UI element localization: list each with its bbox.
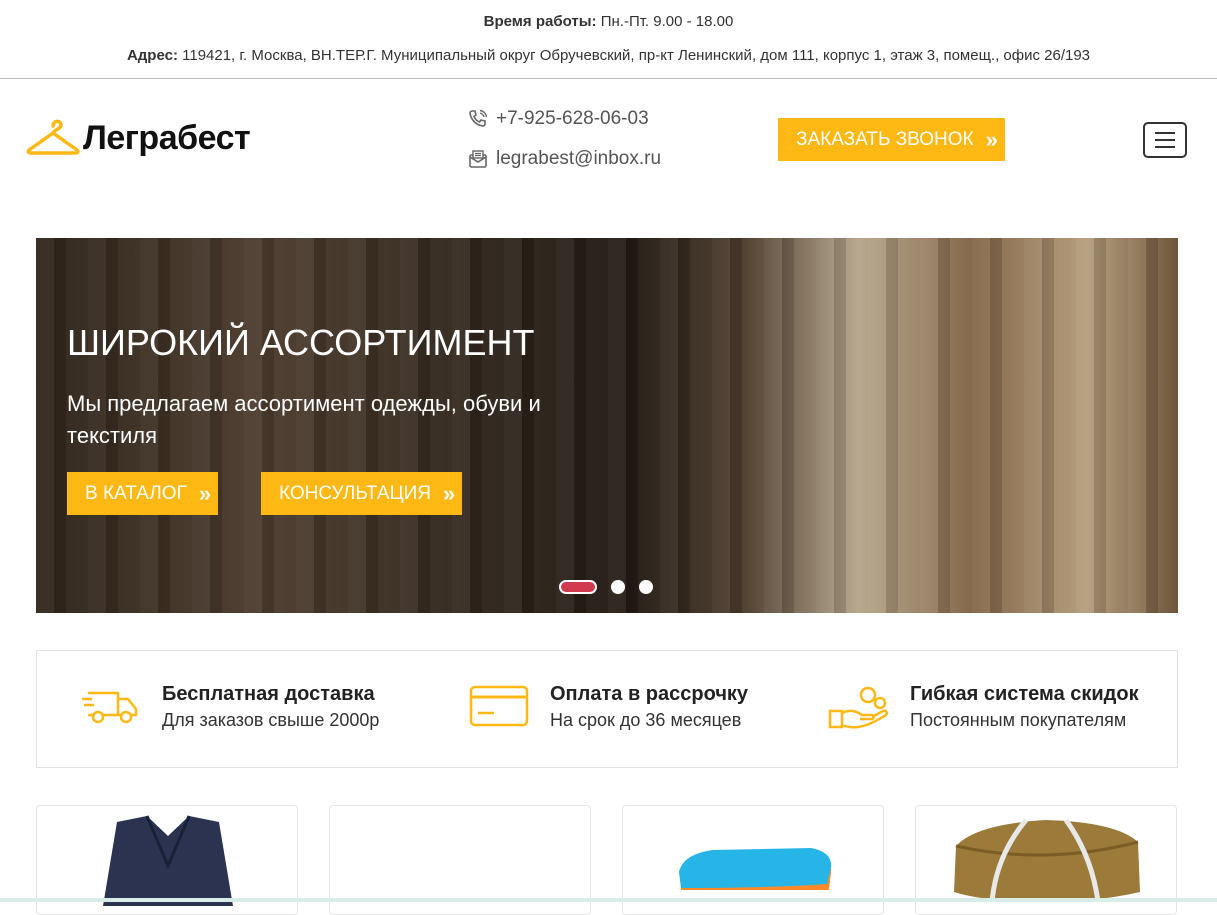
product-cards [0,805,1217,915]
address-label: Адрес: [126,47,178,64]
phone-icon [469,109,488,127]
slider-pagination [559,580,653,594]
features-bar: Бесплатная доставка Для заказов свыше 20… [36,650,1178,768]
address: Адрес: 119421, г. Москва, ВН.ТЕР.Г. Муни… [0,46,1217,66]
address-value: 119421, г. Москва, ВН.ТЕР.Г. Муниципальн… [177,47,1091,64]
feature-installments: Оплата в рассрочку На срок до 36 месяцев [468,681,748,733]
double-chevron-right-icon: » [198,480,211,506]
logo[interactable]: Леграбест [25,116,251,160]
slide-dot-1[interactable] [559,580,597,594]
top-info-bar: Время работы: Пн.-Пт. 9.00 - 18.00 Адрес… [0,0,1217,79]
order-call-button[interactable]: ЗАКАЗАТЬ ЗВОНОК » [778,118,1005,161]
feature-title: Оплата в рассрочку [550,683,749,705]
email-address: legrabest@inbox.ru [496,148,662,169]
phone-number: +7-925-628-06-03 [496,108,649,129]
delivery-truck-icon [82,691,138,724]
hamburger-icon-line [1155,132,1175,134]
consultation-button-label: КОНСУЛЬТАЦИЯ [279,482,431,504]
feature-title: Гибкая система скидок [910,683,1139,705]
catalog-button-label: В КАТАЛОГ [85,482,187,504]
hero-slider: ШИРОКИЙ АССОРТИМЕНТ Мы предлагаем ассорт… [36,238,1178,613]
feature-delivery: Бесплатная доставка Для заказов свыше 20… [80,681,379,733]
feature-subtitle: Для заказов свыше 2000р [162,710,380,730]
hanger-icon [26,119,80,155]
logo-text: Леграбест [83,118,251,157]
feature-discounts: Гибкая система скидок Постоянным покупат… [828,681,1139,733]
hours-value: Пн.-Пт. 9.00 - 18.00 [596,13,734,30]
discount-hand-icon [828,686,889,729]
hero-title: ШИРОКИЙ АССОРТИМЕНТ [67,322,535,363]
catalog-button[interactable]: В КАТАЛОГ » [67,472,219,515]
hamburger-icon-line [1155,139,1175,141]
slide-dot-3[interactable] [639,580,653,594]
phone-contact[interactable]: +7-925-628-06-03 [468,107,661,131]
double-chevron-right-icon: » [985,126,998,152]
mail-icon [469,150,487,168]
consultation-button[interactable]: КОНСУЛЬТАЦИЯ » [261,472,463,515]
hours-label: Время работы: [483,13,597,30]
hamburger-icon-line [1155,146,1175,148]
site-header: Леграбест +7-925-628-06-03 legrabest@inb… [0,79,1217,199]
bottom-strip [0,898,1217,902]
hero-text: Мы предлагаем ассортимент одежды, обуви … [67,391,541,448]
working-hours: Время работы: Пн.-Пт. 9.00 - 18.00 [0,12,1217,32]
double-chevron-right-icon: » [443,480,455,506]
feature-subtitle: Постоянным покупателям [910,710,1127,730]
email-contact[interactable]: legrabest@inbox.ru [468,147,661,171]
slide-dot-2[interactable] [611,580,625,594]
menu-toggle-button[interactable] [1143,122,1187,158]
order-call-label: ЗАКАЗАТЬ ЗВОНОК [796,128,974,150]
feature-title: Бесплатная доставка [162,683,375,705]
contacts: +7-925-628-06-03 legrabest@inbox.ru [468,107,661,171]
feature-subtitle: На срок до 36 месяцев [550,710,742,730]
credit-card-icon [469,685,529,727]
